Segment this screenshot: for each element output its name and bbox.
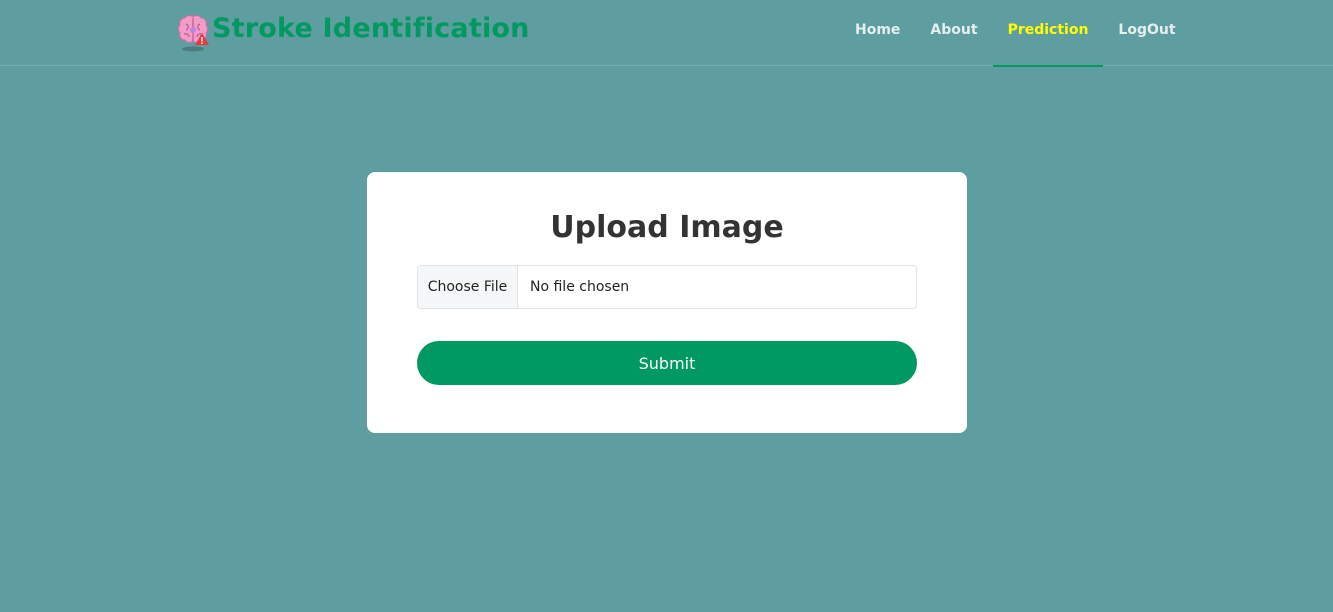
navbar: Stroke Identification Home About Predict… <box>0 0 1333 67</box>
file-input[interactable]: Choose File No file chosen <box>417 265 917 309</box>
nav-item-logout[interactable]: LogOut <box>1103 0 1190 66</box>
upload-card: Upload Image Choose File No file chosen … <box>367 172 967 433</box>
nav-item-prediction[interactable]: Prediction <box>992 0 1104 67</box>
brain-alert-icon <box>177 12 211 52</box>
upload-title: Upload Image <box>550 210 784 245</box>
choose-file-button[interactable]: Choose File <box>418 266 518 308</box>
main-nav: Home About Prediction LogOut <box>840 0 1191 67</box>
brand-link[interactable]: Stroke Identification <box>177 10 530 52</box>
file-status-text: No file chosen <box>530 279 630 295</box>
submit-button[interactable]: Submit <box>417 341 917 385</box>
nav-item-home[interactable]: Home <box>840 0 915 66</box>
nav-item-about[interactable]: About <box>915 0 992 66</box>
brand-title: Stroke Identification <box>212 13 530 44</box>
